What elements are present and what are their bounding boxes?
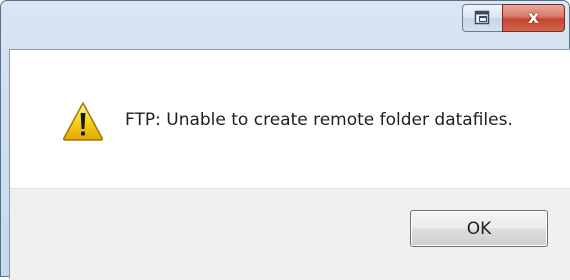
button-bar: OK	[10, 188, 570, 280]
restore-icon	[474, 10, 489, 25]
close-button[interactable]: x	[502, 4, 565, 32]
restore-button[interactable]	[462, 4, 502, 32]
title-bar[interactable]: x	[1, 1, 569, 45]
message-area: FTP: Unable to create remote folder data…	[10, 50, 570, 188]
warning-icon	[62, 102, 104, 141]
error-message: FTP: Unable to create remote folder data…	[125, 110, 513, 130]
close-icon: x	[528, 7, 539, 28]
caption-buttons: x	[462, 4, 565, 34]
dialog-client-area: FTP: Unable to create remote folder data…	[9, 49, 570, 280]
dialog-window: x FTP: Unable to create remote folder da…	[0, 0, 570, 280]
ok-button[interactable]: OK	[410, 210, 548, 247]
